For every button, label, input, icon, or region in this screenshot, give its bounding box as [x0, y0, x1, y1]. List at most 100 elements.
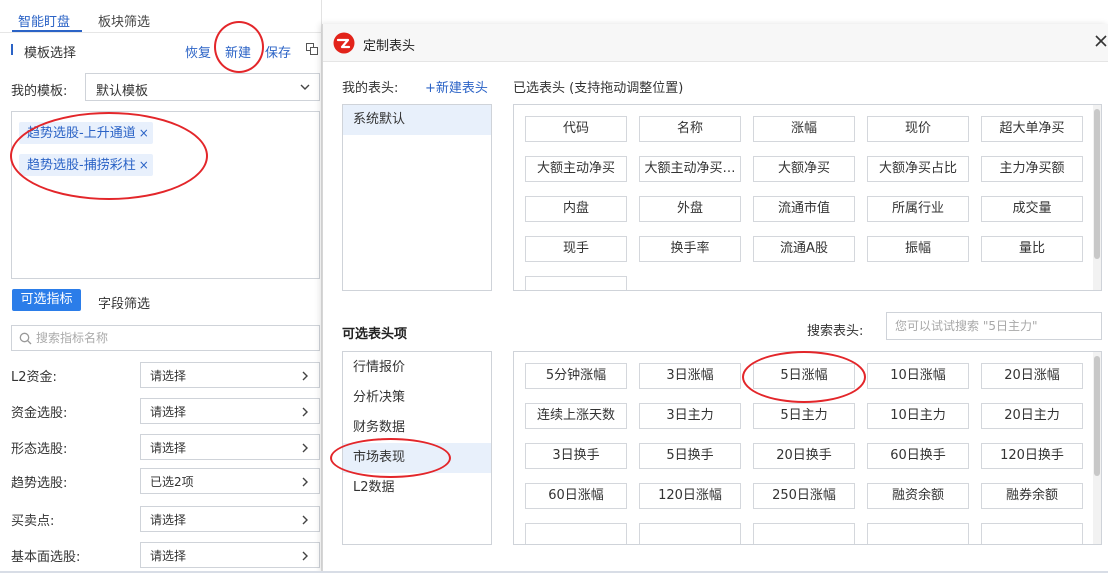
chevron-right-icon	[302, 443, 308, 453]
optional-scrollbar[interactable]	[1093, 352, 1101, 544]
selected-header-chip[interactable]: 量比	[981, 236, 1083, 262]
template-tag[interactable]: 趋势选股-捕捞彩柱 ×	[19, 154, 153, 176]
app-logo-icon	[333, 32, 355, 54]
category-item[interactable]: 市场表现	[343, 443, 491, 473]
selected-header-chip-overflow[interactable]	[525, 276, 627, 290]
filter-select[interactable]: 请选择	[140, 506, 320, 532]
filter-row: 趋势选股: 已选2项	[0, 468, 322, 494]
selected-header-chip[interactable]: 现价	[867, 116, 969, 142]
selected-header-chip[interactable]: 换手率	[639, 236, 741, 262]
optional-header-chip[interactable]: 3日主力	[639, 403, 741, 429]
selected-header-chip[interactable]: 外盘	[639, 196, 741, 222]
optional-header-chip-overflow[interactable]	[867, 523, 969, 544]
template-tag-label: 趋势选股-捕捞彩柱	[27, 158, 136, 173]
filter-select[interactable]: 请选择	[140, 362, 320, 388]
search-header-input[interactable]	[895, 318, 1095, 334]
selected-header-chip[interactable]: 内盘	[525, 196, 627, 222]
optional-header-chip[interactable]: 10日主力	[867, 403, 969, 429]
optional-header-chip[interactable]: 5日换手	[639, 443, 741, 469]
template-tag[interactable]: 趋势选股-上升通道 ×	[19, 122, 153, 144]
optional-header-chip[interactable]: 5日主力	[753, 403, 855, 429]
template-title: 模板选择	[24, 46, 77, 61]
selected-headers-area: 代码 名称 涨幅 现价 超大单净买大额主动净买 大额主动净买… 大额净买 大额净买占比 主力净买…	[513, 104, 1102, 291]
tab-optional-indicators[interactable]: 可选指标	[12, 289, 81, 311]
selected-scrollbar[interactable]	[1093, 105, 1101, 290]
category-item[interactable]: 分析决策	[343, 383, 491, 413]
chevron-right-icon	[302, 407, 308, 417]
selected-header-chip[interactable]: 流通市值	[753, 196, 855, 222]
optional-header-chip[interactable]: 120日换手	[981, 443, 1083, 469]
optional-header-chip[interactable]: 融资余额	[867, 483, 969, 509]
selected-template-tags: 趋势选股-上升通道 × 趋势选股-捕捞彩柱 ×	[11, 111, 320, 279]
template-header: 模板选择 恢复 新建 保存	[0, 38, 322, 64]
optional-header-chip-overflow[interactable]	[753, 523, 855, 544]
filter-select[interactable]: 请选择	[140, 398, 320, 424]
category-item[interactable]: 财务数据	[343, 413, 491, 443]
chevron-right-icon	[302, 477, 308, 487]
category-item[interactable]: 行情报价	[343, 353, 491, 383]
dialog-title: 定制表头	[363, 39, 416, 54]
selected-header-chip[interactable]: 大额主动净买…	[639, 156, 741, 182]
selected-header-chip[interactable]: 所属行业	[867, 196, 969, 222]
optional-headers-area: 5分钟涨幅 3日涨幅 5日涨幅 10日涨幅 20日涨幅连续上涨天数 3日主力 5日主力 10日…	[513, 351, 1102, 545]
category-item[interactable]: L2数据	[343, 473, 491, 503]
tab-smart-watch[interactable]: 智能盯盘	[18, 11, 70, 30]
selected-scroll-thumb[interactable]	[1094, 109, 1100, 259]
new-header-link[interactable]: +新建表头	[425, 77, 488, 96]
selected-header-chip[interactable]: 流通A股	[753, 236, 855, 262]
tab-sector-filter[interactable]: 板块筛选	[98, 11, 150, 30]
optional-header-chip[interactable]: 60日涨幅	[525, 483, 627, 509]
search-header-box	[886, 312, 1102, 340]
optional-header-chip[interactable]: 20日涨幅	[981, 363, 1083, 389]
filter-row: 基本面选股: 请选择	[0, 542, 322, 568]
optional-header-chip[interactable]: 60日换手	[867, 443, 969, 469]
optional-header-chip[interactable]: 10日涨幅	[867, 363, 969, 389]
optional-header-chip[interactable]: 3日涨幅	[639, 363, 741, 389]
optional-header-chip[interactable]: 20日换手	[753, 443, 855, 469]
filter-label: L2资金:	[11, 370, 57, 385]
restore-button[interactable]: 恢复	[185, 42, 211, 61]
selected-header-chip[interactable]: 现手	[525, 236, 627, 262]
filter-select[interactable]: 请选择	[140, 434, 320, 460]
new-template-button[interactable]: 新建	[225, 42, 251, 61]
optional-header-chip[interactable]: 融券余额	[981, 483, 1083, 509]
selected-header-chip[interactable]: 代码	[525, 116, 627, 142]
optional-header-chip-overflow[interactable]	[981, 523, 1083, 544]
category-list: 行情报价 分析决策 财务数据 市场表现 L2数据	[342, 351, 492, 545]
selected-header-chip[interactable]: 涨幅	[753, 116, 855, 142]
optional-header-chip[interactable]: 120日涨幅	[639, 483, 741, 509]
optional-header-chip[interactable]: 连续上涨天数	[525, 403, 627, 429]
remove-tag-icon[interactable]: ×	[139, 126, 149, 140]
filter-select[interactable]: 请选择	[140, 542, 320, 568]
selected-header-chip[interactable]: 成交量	[981, 196, 1083, 222]
filter-value: 请选择	[150, 441, 187, 455]
selected-header-chip[interactable]: 大额净买占比	[867, 156, 969, 182]
tab-field-filter[interactable]: 字段筛选	[98, 293, 150, 312]
chevron-right-icon	[302, 515, 308, 525]
selected-header-chip[interactable]: 振幅	[867, 236, 969, 262]
my-template-select[interactable]: 默认模板	[85, 73, 320, 101]
my-header-item[interactable]: 系统默认	[343, 105, 491, 135]
optional-header-chip[interactable]: 20日主力	[981, 403, 1083, 429]
selected-header-chip[interactable]: 超大单净买	[981, 116, 1083, 142]
optional-scroll-thumb[interactable]	[1094, 356, 1100, 476]
filter-select[interactable]: 已选2项	[140, 468, 320, 494]
optional-header-chip[interactable]: 250日涨幅	[753, 483, 855, 509]
optional-header-chip[interactable]: 3日换手	[525, 443, 627, 469]
selected-header-chip[interactable]: 主力净买额	[981, 156, 1083, 182]
optional-header-chip[interactable]: 5分钟涨幅	[525, 363, 627, 389]
copy-icon[interactable]	[306, 43, 318, 55]
indicator-search-input[interactable]	[36, 329, 306, 347]
optional-header-chip-overflow[interactable]	[639, 523, 741, 544]
save-button[interactable]: 保存	[265, 42, 291, 61]
left-panel: 智能盯盘 板块筛选 模板选择 恢复 新建 保存 我的模板: 默认模板 趋势选股-…	[0, 0, 322, 573]
close-icon[interactable]	[1093, 33, 1108, 49]
filter-label: 形态选股:	[11, 442, 68, 457]
optional-header-chip-overflow[interactable]	[525, 523, 627, 544]
optional-header-chip[interactable]: 5日涨幅	[753, 363, 855, 389]
my-headers-list: 系统默认	[342, 104, 492, 291]
selected-header-chip[interactable]: 名称	[639, 116, 741, 142]
selected-header-chip[interactable]: 大额主动净买	[525, 156, 627, 182]
remove-tag-icon[interactable]: ×	[139, 158, 149, 172]
selected-header-chip[interactable]: 大额净买	[753, 156, 855, 182]
